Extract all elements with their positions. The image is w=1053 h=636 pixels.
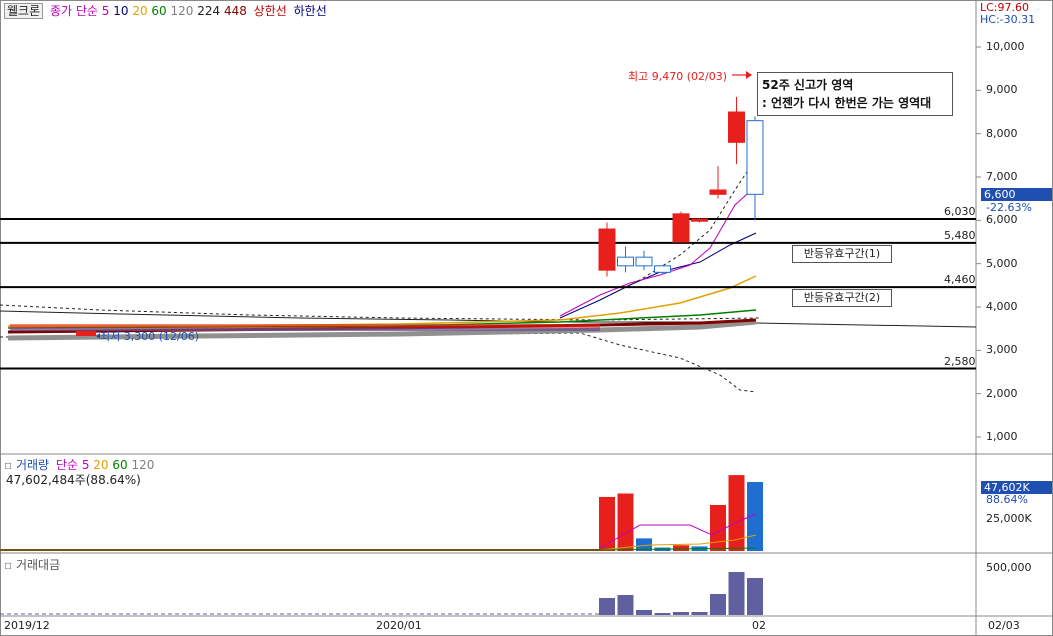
hc-value: HC:-30.31 xyxy=(980,13,1036,26)
value-bar xyxy=(728,572,745,615)
price-tick-label: 1,000 xyxy=(986,430,1018,443)
x-label-2020-01: 2020/01 xyxy=(376,619,422,632)
price-tick-label: 9,000 xyxy=(986,83,1018,97)
price-tick-label: 7,000 xyxy=(986,170,1018,183)
volume-summary: 47,602,484주(88.64%) xyxy=(6,473,141,487)
volume-bar xyxy=(673,545,689,551)
value-title: 거래대금 xyxy=(15,558,61,572)
callout-box: 52주 신고가 영역 : 언젠가 다시 한번은 가는 영역대 xyxy=(757,72,953,116)
ma-period-448: 448 xyxy=(220,4,247,18)
volume-bar xyxy=(617,493,634,551)
candle xyxy=(617,256,634,267)
ma-period-20: 20 xyxy=(128,4,148,18)
value-tick: 500,000 xyxy=(986,561,1032,574)
candle xyxy=(598,228,616,271)
ma-title: 종가 단순 xyxy=(49,4,98,18)
candle xyxy=(672,213,690,243)
ma-period-list: 5 10 20 60 120 224 448 xyxy=(102,4,247,18)
low-candle xyxy=(76,331,96,336)
ma-period-224: 224 xyxy=(193,4,221,18)
level-label: 4,460 xyxy=(944,273,976,287)
zone-2-label: 반등유효구간(2) xyxy=(792,289,892,307)
x-label-2019-12: 2019/12 xyxy=(4,619,50,632)
current-change: -22.63% xyxy=(986,201,1032,214)
volume-pct: 88.64% xyxy=(986,493,1028,506)
price-tick-label: 4,000 xyxy=(986,300,1018,313)
price-tick-label: 8,000 xyxy=(986,126,1018,140)
value-bar xyxy=(673,612,689,615)
lower-limit-label: 하한선 xyxy=(293,4,327,18)
candle xyxy=(635,256,653,267)
value-bar xyxy=(654,613,671,615)
callout-line-1: 52주 신고가 영역 xyxy=(762,78,854,92)
volume-bar xyxy=(599,496,615,551)
price-tick-label: 5,000 xyxy=(986,256,1018,270)
candle xyxy=(709,189,727,195)
candle xyxy=(691,218,708,222)
x-label-current-date: 02/03 xyxy=(988,619,1020,632)
upper-limit-label: 상한선 xyxy=(253,4,287,18)
value-bar xyxy=(599,598,615,615)
value-bar xyxy=(636,610,652,615)
price-tick-label: 2,000 xyxy=(986,386,1018,400)
volume-ma-period-120: 120 xyxy=(127,458,155,472)
stock-name[interactable]: 웰크론 xyxy=(4,3,44,19)
volume-tick: 25,000K xyxy=(986,512,1032,525)
level-label: 6,030 xyxy=(944,205,976,219)
value-bar xyxy=(747,578,763,615)
volume-ma-label: 단순 xyxy=(55,458,79,472)
ma-5-line xyxy=(559,185,757,317)
price-tick-label: 6,000 xyxy=(986,213,1018,227)
volume-ma-period-20: 20 xyxy=(89,458,109,472)
volume-title: 거래량 xyxy=(15,458,50,472)
x-label-02: 02 xyxy=(752,619,766,632)
price-tick-label: 3,000 xyxy=(986,343,1018,357)
zone-1-label: 반등유효구간(1) xyxy=(792,245,892,263)
high-note: 최고 9,470 (02/03) xyxy=(628,70,728,83)
value-bar xyxy=(691,612,708,615)
level-label: 5,480 xyxy=(944,228,976,242)
header-legend: 웰크론 종가 단순 5 10 20 60 120 224 448 상한선 하한선 xyxy=(4,2,327,19)
low-note: 최저 3,300 (12/06) xyxy=(100,330,200,343)
historic-candle-cluster-down xyxy=(10,328,600,331)
value-bar xyxy=(617,595,634,615)
value-legend: ▫ 거래대금 xyxy=(4,558,61,572)
value-bar xyxy=(710,594,726,615)
level-label: 2,580 xyxy=(944,354,976,368)
candle xyxy=(728,111,745,143)
volume-ma-period-list: 5 20 60 120 xyxy=(82,458,155,472)
high-arrow xyxy=(732,71,752,79)
candle xyxy=(746,120,764,195)
ma-period-60: 60 xyxy=(147,4,167,18)
price-tick-label: 10,000 xyxy=(986,40,1025,53)
ma-line-group xyxy=(0,157,977,393)
current-price-badge: 6,600 xyxy=(981,188,1052,201)
callout-line-2: : 언젠가 다시 한번은 가는 영역대 xyxy=(762,96,932,110)
ma-period-10: 10 xyxy=(109,4,129,18)
volume-bar xyxy=(710,505,726,551)
candle xyxy=(654,265,671,273)
volume-ma-period-60: 60 xyxy=(108,458,128,472)
ma-period-120: 120 xyxy=(166,4,194,18)
